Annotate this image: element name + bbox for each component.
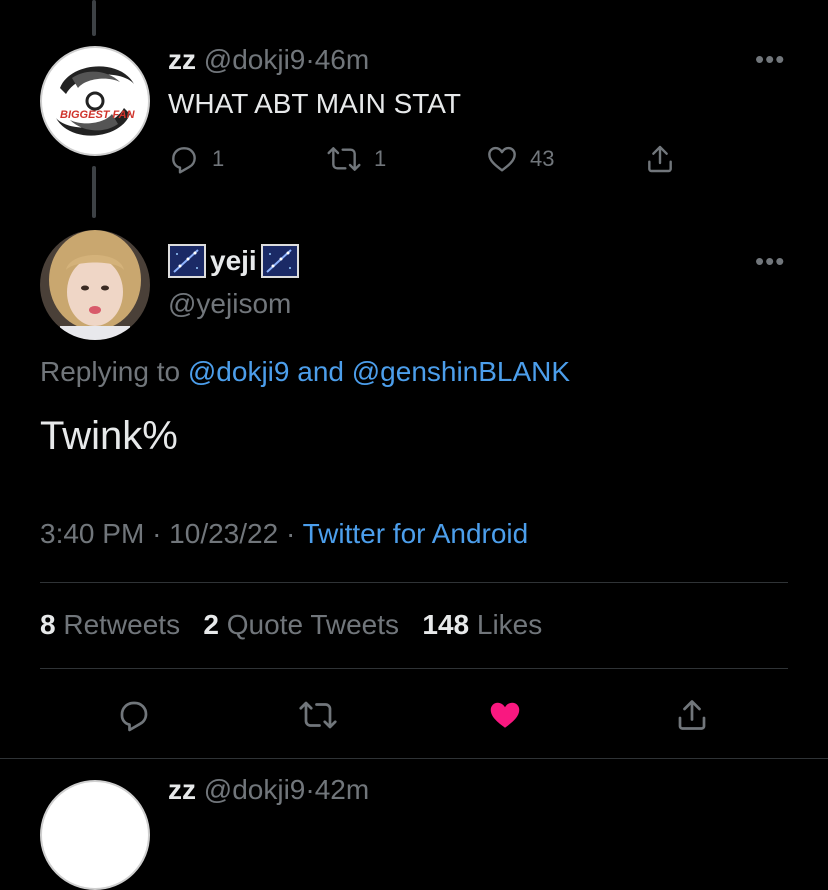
- replying-to: Replying to @dokji9 and @genshinBLANK: [40, 356, 570, 388]
- display-name[interactable]: yeji: [210, 245, 257, 277]
- share-button[interactable]: [644, 143, 676, 175]
- tweet-stats: 8 Retweets 2 Quote Tweets 148 Likes: [40, 609, 542, 641]
- tweet-text: Twink%: [40, 414, 178, 458]
- retweet-count: 1: [374, 146, 387, 171]
- reply-icon: [120, 701, 148, 732]
- like-icon: [488, 146, 516, 172]
- retweets-label: Retweets: [63, 609, 181, 640]
- replying-user-link[interactable]: @dokji9: [188, 356, 290, 387]
- avatar[interactable]: BIGGEST FAN: [40, 46, 150, 156]
- quotes-stat[interactable]: 2 Quote Tweets: [203, 609, 406, 640]
- profile-photo: [40, 230, 150, 340]
- divider: [40, 668, 788, 669]
- like-button[interactable]: 43: [486, 143, 554, 175]
- like-filled-icon: [490, 702, 520, 728]
- likes-count: 148: [422, 609, 470, 640]
- display-name[interactable]: zz: [168, 44, 196, 75]
- quotes-label: Quote Tweets: [226, 609, 400, 640]
- biggest-fan-logo: [44, 50, 146, 152]
- handle[interactable]: @dokji9: [204, 44, 306, 75]
- tweet-time[interactable]: 3:40 PM: [40, 518, 144, 549]
- quotes-count: 2: [203, 609, 219, 640]
- meta-dot: ·: [285, 518, 296, 549]
- retweet-icon: [327, 147, 361, 171]
- divider: [0, 758, 828, 759]
- thread-line-top: [92, 0, 96, 36]
- separator: ·: [305, 44, 315, 75]
- reply-button[interactable]: 1: [168, 143, 224, 175]
- more-icon[interactable]: •••: [755, 248, 785, 274]
- meta-dot: ·: [152, 518, 162, 549]
- like-button[interactable]: [486, 697, 524, 733]
- more-icon[interactable]: •••: [755, 46, 785, 72]
- time-ago[interactable]: 46m: [315, 44, 369, 75]
- retweet-button[interactable]: [298, 697, 338, 733]
- likes-stat[interactable]: 148 Likes: [422, 609, 542, 640]
- share-icon: [678, 700, 706, 730]
- sparkle-emoji-icon: [260, 244, 299, 278]
- likes-label: Likes: [476, 609, 543, 640]
- handle[interactable]: @yejisom: [168, 288, 291, 320]
- replying-prefix: Replying to: [40, 356, 181, 387]
- replying-user-link[interactable]: @genshinBLANK: [352, 356, 570, 387]
- tweet-source-link[interactable]: Twitter for Android: [303, 518, 529, 549]
- handle[interactable]: @dokji9: [204, 774, 306, 805]
- time-ago[interactable]: 42m: [315, 774, 369, 805]
- thread-line-middle: [92, 166, 96, 218]
- next-tweet-header: zz @dokji9·42m: [168, 774, 369, 806]
- tweet-date[interactable]: 10/23/22: [169, 518, 278, 549]
- avatar-logo-text: BIGGEST FAN: [60, 109, 135, 121]
- reply-button[interactable]: [116, 697, 152, 733]
- share-icon: [648, 145, 672, 173]
- avatar[interactable]: [40, 230, 150, 340]
- sparkle-emoji-icon: [168, 244, 206, 278]
- retweets-stat[interactable]: 8 Retweets: [40, 609, 188, 640]
- retweets-count: 8: [40, 609, 56, 640]
- share-button[interactable]: [674, 697, 710, 733]
- reply-count: 1: [212, 146, 225, 171]
- separator: ·: [305, 774, 315, 805]
- tweet-meta: 3:40 PM · 10/23/22 · Twitter for Android: [40, 518, 528, 550]
- reply-icon: [172, 147, 196, 174]
- parent-tweet-header: zz @dokji9·46m: [168, 44, 369, 76]
- display-name-row[interactable]: yeji: [168, 244, 299, 278]
- replying-and[interactable]: and: [297, 356, 344, 387]
- divider: [40, 582, 788, 583]
- retweet-button[interactable]: 1: [326, 143, 386, 175]
- like-count: 43: [530, 146, 555, 171]
- display-name[interactable]: zz: [168, 774, 196, 805]
- tweet-text: WHAT ABT MAIN STAT: [168, 88, 461, 119]
- retweet-icon: [299, 701, 337, 729]
